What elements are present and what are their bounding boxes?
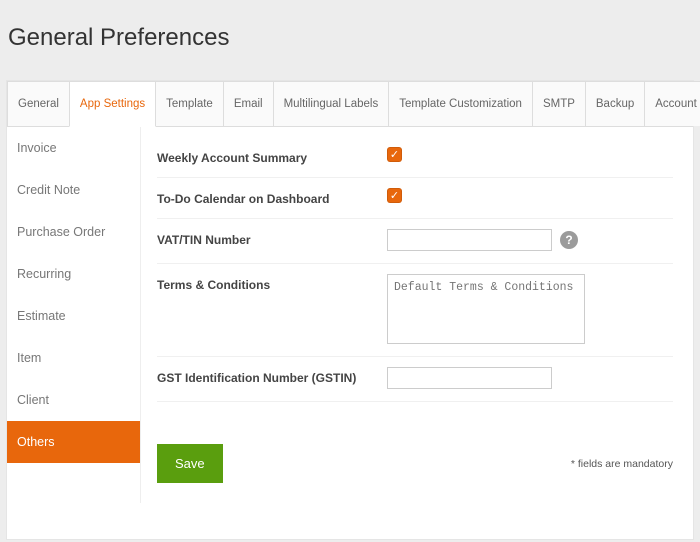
help-icon[interactable]: ? — [560, 231, 578, 249]
tab-template[interactable]: Template — [155, 81, 224, 126]
tab-template-customization[interactable]: Template Customization — [388, 81, 533, 126]
tab-general[interactable]: General — [7, 81, 70, 126]
sidebar-item-recurring[interactable]: Recurring — [7, 253, 140, 295]
page-title: General Preferences — [0, 0, 700, 80]
sidebar-item-others[interactable]: Others — [7, 421, 140, 463]
gstin-input[interactable] — [387, 367, 552, 389]
sidebar: Invoice Credit Note Purchase Order Recur… — [7, 127, 141, 503]
tab-app-settings[interactable]: App Settings — [69, 81, 156, 127]
save-button[interactable]: Save — [157, 444, 223, 483]
terms-label: Terms & Conditions — [157, 274, 387, 292]
row-terms: Terms & Conditions — [157, 264, 673, 357]
sidebar-item-item[interactable]: Item — [7, 337, 140, 379]
sidebar-item-credit-note[interactable]: Credit Note — [7, 169, 140, 211]
sidebar-item-invoice[interactable]: Invoice — [7, 127, 140, 169]
vat-label: VAT/TIN Number — [157, 229, 387, 247]
preferences-panel: General App Settings Template Email Mult… — [6, 80, 694, 540]
todo-label: To-Do Calendar on Dashboard — [157, 188, 387, 206]
tab-email[interactable]: Email — [223, 81, 274, 126]
row-weekly-summary: Weekly Account Summary ✓ — [157, 137, 673, 178]
row-todo: To-Do Calendar on Dashboard ✓ — [157, 178, 673, 219]
page-root: General Preferences General App Settings… — [0, 0, 700, 542]
panel-body: Invoice Credit Note Purchase Order Recur… — [7, 127, 693, 503]
tab-multilingual[interactable]: Multilingual Labels — [273, 81, 390, 126]
sidebar-item-client[interactable]: Client — [7, 379, 140, 421]
form-area: Weekly Account Summary ✓ To-Do Calendar … — [141, 127, 693, 503]
tab-smtp[interactable]: SMTP — [532, 81, 586, 126]
tab-account-merge[interactable]: Account Merge — [644, 81, 700, 126]
vat-input[interactable] — [387, 229, 552, 251]
mandatory-note: * fields are mandatory — [571, 458, 673, 470]
weekly-summary-checkbox[interactable]: ✓ — [387, 147, 402, 162]
form-footer: Save * fields are mandatory — [157, 444, 673, 483]
sidebar-item-estimate[interactable]: Estimate — [7, 295, 140, 337]
tab-bar: General App Settings Template Email Mult… — [7, 81, 693, 127]
row-gstin: GST Identification Number (GSTIN) — [157, 357, 673, 402]
gstin-label: GST Identification Number (GSTIN) — [157, 367, 387, 385]
tab-backup[interactable]: Backup — [585, 81, 645, 126]
terms-textarea[interactable] — [387, 274, 585, 344]
todo-checkbox[interactable]: ✓ — [387, 188, 402, 203]
check-icon: ✓ — [390, 189, 399, 202]
row-vat: VAT/TIN Number ? — [157, 219, 673, 264]
weekly-summary-label: Weekly Account Summary — [157, 147, 387, 165]
check-icon: ✓ — [390, 148, 399, 161]
sidebar-item-purchase-order[interactable]: Purchase Order — [7, 211, 140, 253]
